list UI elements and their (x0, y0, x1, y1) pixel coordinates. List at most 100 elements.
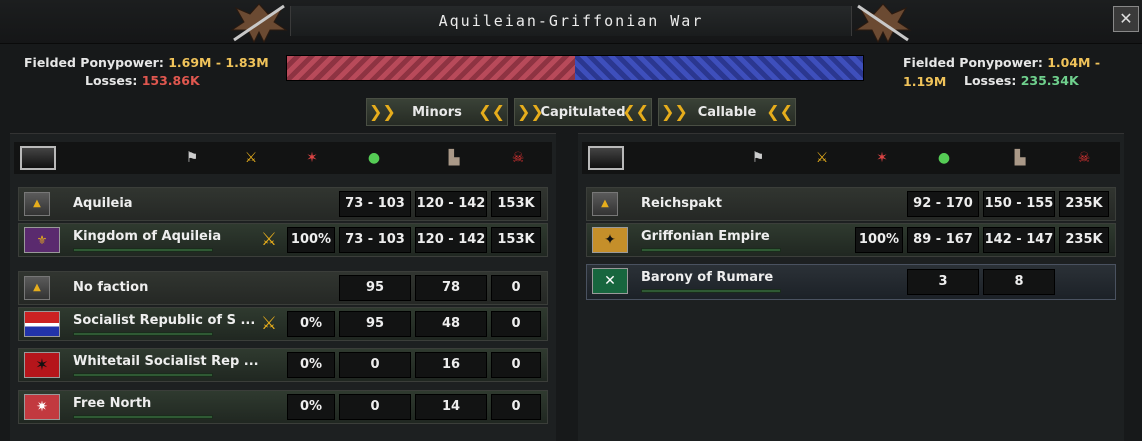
war-balance-defender (575, 56, 863, 80)
filter-minors-label: Minors (412, 104, 462, 120)
defender-losses-value: 235.34K (1020, 73, 1079, 88)
faction-name: Reichspakt (641, 196, 722, 211)
country-casualties: 0 (491, 352, 541, 378)
country-row-socialist-republic[interactable]: Socialist Republic of S ... ⚔ 0% 95 48 0 (18, 307, 548, 341)
white-flag-icon[interactable]: ⚑ (748, 148, 768, 168)
whitetail-flag-icon: ✶ (24, 352, 60, 378)
griffonian-empire-flag-icon: ✦ (592, 227, 628, 253)
skull-icon[interactable]: ☠ (508, 148, 528, 168)
faction-name: No faction (73, 280, 149, 295)
country-row-free-north[interactable]: ✷ Free North 0% 0 14 0 (18, 390, 548, 424)
chevron-left-icon: ❮❮ (478, 102, 505, 121)
faction-row-reichspakt[interactable]: ▲ Reichspakt 92 - 170 150 - 155 235K (586, 187, 1116, 221)
country-percent: 0% (287, 394, 335, 420)
country-name: Whitetail Socialist Rep ... (73, 354, 259, 369)
chevron-left-icon: ❮❮ (622, 102, 649, 121)
collapse-button[interactable]: ▲ (592, 192, 618, 216)
country-strength-bar (73, 332, 213, 336)
arrow-up-icon: ▲ (33, 282, 41, 293)
country-manpower: 120 - 142 (415, 227, 487, 253)
chevron-right-icon: ❯❯ (517, 102, 544, 121)
chevron-right-icon: ❯❯ (661, 102, 688, 121)
country-manpower: 14 (415, 394, 487, 420)
faction-name: Aquileia (73, 196, 133, 211)
war-balance-attacker (287, 56, 575, 80)
country-strength-bar (641, 289, 781, 293)
crossed-swords-icon: ⚔ (260, 229, 278, 250)
faction-casualties: 235K (1059, 191, 1109, 217)
country-divisions: 89 - 167 (907, 227, 979, 253)
filter-capitulated[interactable]: ❯❯ Capitulated ❮❮ (514, 98, 652, 126)
factory-icon[interactable]: ▙ (1010, 148, 1030, 168)
country-name: Griffonian Empire (641, 229, 770, 244)
left-crest-icon (230, 3, 288, 44)
aquileia-flag-icon: ⚜ (24, 227, 60, 253)
white-flag-icon[interactable]: ⚑ (182, 148, 202, 168)
close-button[interactable]: ✕ (1113, 6, 1139, 32)
manpower-icon[interactable]: ● (934, 148, 954, 168)
free-north-flag-icon: ✷ (24, 394, 60, 420)
casualties-icon[interactable]: ✶ (872, 148, 892, 168)
country-name: Barony of Rumare (641, 270, 774, 285)
war-balance-bar (286, 55, 864, 81)
country-strength-bar (73, 415, 213, 419)
manpower-icon[interactable]: ● (364, 148, 384, 168)
window-title: Aquileian-Griffonian War (290, 6, 852, 36)
defender-losses: Losses: 235.34K (964, 71, 1079, 90)
country-manpower: 48 (415, 311, 487, 337)
defender-ponypower-label: Fielded Ponypower: (903, 55, 1043, 70)
sort-flag-button[interactable] (588, 146, 624, 170)
attacker-ponypower-value: 1.69M - 1.83M (168, 55, 269, 70)
country-strength-bar (73, 248, 213, 252)
chevron-left-icon: ❮❮ (766, 102, 793, 121)
filter-minors[interactable]: ❯❯ Minors ❮❮ (366, 98, 508, 126)
factory-icon[interactable]: ▙ (444, 148, 464, 168)
casualties-icon[interactable]: ✶ (302, 148, 322, 168)
country-manpower: 8 (983, 269, 1055, 295)
country-name: Kingdom of Aquileia (73, 229, 222, 244)
country-row-griffonian-empire[interactable]: ✦ Griffonian Empire 100% 89 - 167 142 - … (586, 223, 1116, 257)
sort-flag-button[interactable] (20, 146, 56, 170)
crossed-swords-icon[interactable]: ⚔ (812, 148, 832, 168)
collapse-button[interactable]: ▲ (24, 276, 50, 300)
attacker-losses-value: 153.86K (141, 73, 200, 88)
filter-callable-label: Callable (697, 104, 757, 120)
country-divisions: 0 (339, 352, 411, 378)
crossed-swords-icon[interactable]: ⚔ (241, 148, 261, 168)
country-casualties: 153K (491, 227, 541, 253)
collapse-button[interactable]: ▲ (24, 192, 50, 216)
country-row-barony-of-rumare[interactable]: ✕ Barony of Rumare 3 8 (586, 264, 1116, 300)
skull-icon[interactable]: ☠ (1074, 148, 1094, 168)
defender-losses-label: Losses: (964, 73, 1017, 88)
faction-manpower: 120 - 142 (415, 191, 487, 217)
country-row-whitetail[interactable]: ✶ Whitetail Socialist Rep ... 0% 0 16 0 (18, 348, 548, 382)
country-divisions: 0 (339, 394, 411, 420)
country-strength-bar (641, 248, 781, 252)
attacker-panel: ⚑ ⚔ ✶ ● ▙ ☠ ▲ Aquileia 73 - 103 120 - 14… (10, 133, 556, 441)
country-divisions: 73 - 103 (339, 227, 411, 253)
country-percent: 0% (287, 311, 335, 337)
country-casualties: 235K (1059, 227, 1109, 253)
faction-divisions: 92 - 170 (907, 191, 979, 217)
chevron-right-icon: ❯❯ (369, 102, 396, 121)
country-manpower: 16 (415, 352, 487, 378)
socialist-republic-flag-icon (24, 311, 60, 337)
faction-row-aquileia[interactable]: ▲ Aquileia 73 - 103 120 - 142 153K (18, 187, 548, 221)
country-casualties: 0 (491, 394, 541, 420)
country-percent: 100% (855, 227, 903, 253)
country-casualties: 0 (491, 311, 541, 337)
faction-manpower: 78 (415, 275, 487, 301)
rumare-flag-icon: ✕ (592, 268, 628, 294)
country-name: Socialist Republic of S ... (73, 313, 256, 328)
attacker-ponypower-label: Fielded Ponypower: (24, 55, 164, 70)
country-manpower: 142 - 147 (983, 227, 1055, 253)
defender-header: ⚑ ⚔ ✶ ● ▙ ☠ (582, 142, 1120, 174)
faction-row-no-faction[interactable]: ▲ No faction 95 78 0 (18, 271, 548, 305)
close-icon: ✕ (1119, 9, 1133, 28)
country-row-kingdom-of-aquileia[interactable]: ⚜ Kingdom of Aquileia ⚔ 100% 73 - 103 12… (18, 223, 548, 257)
faction-divisions: 73 - 103 (339, 191, 411, 217)
filter-callable[interactable]: ❯❯ Callable ❮❮ (658, 98, 796, 126)
arrow-up-icon: ▲ (33, 198, 41, 209)
faction-casualties: 153K (491, 191, 541, 217)
country-strength-bar (73, 373, 213, 377)
